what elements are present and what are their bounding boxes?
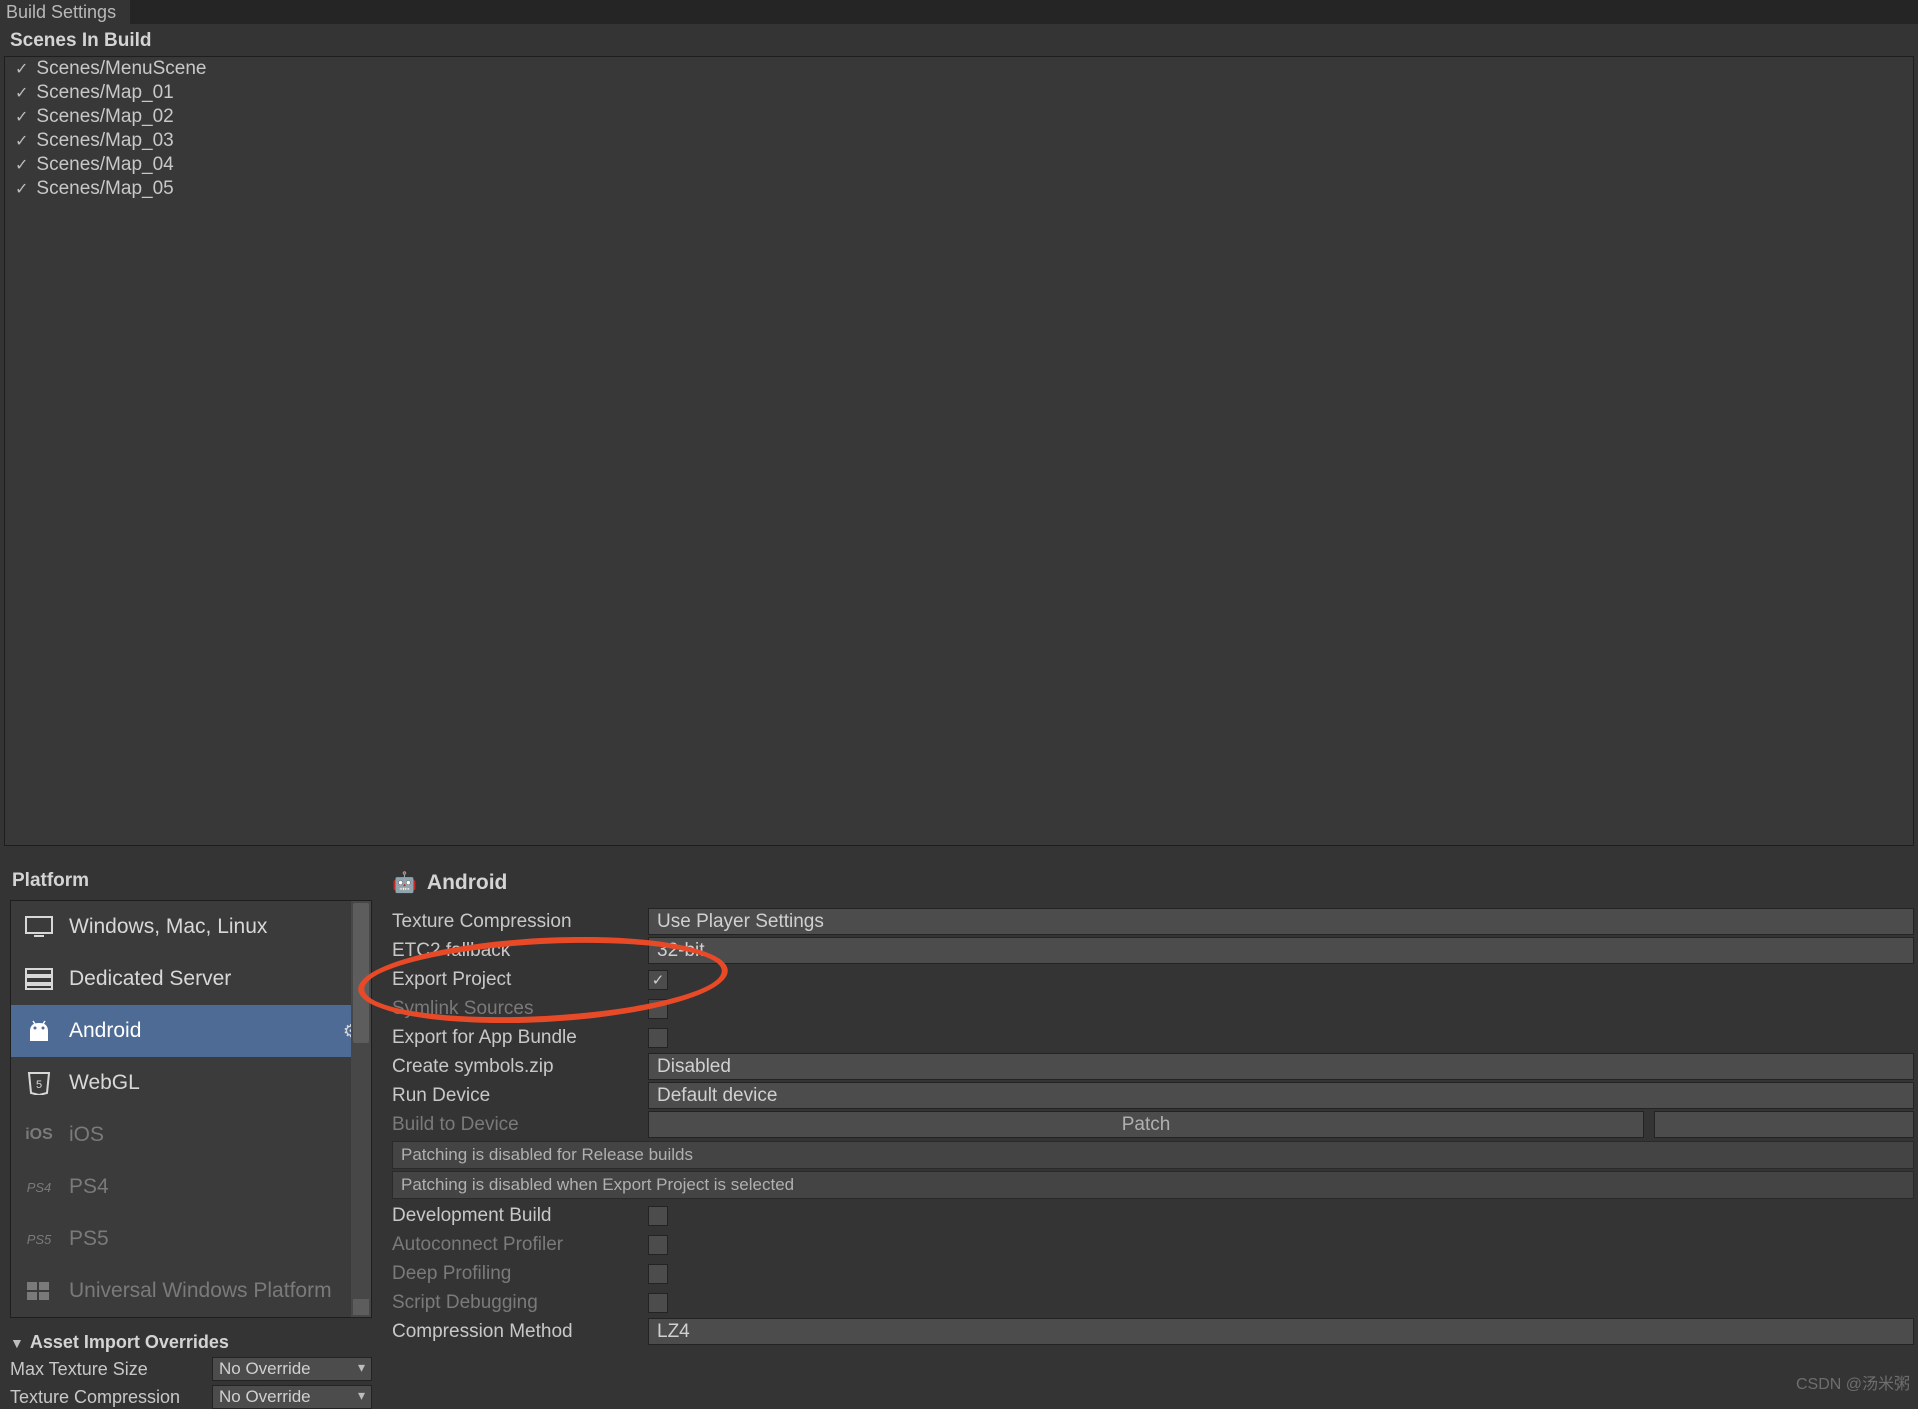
scenes-list[interactable]: ✓ Scenes/MenuScene ✓ Scenes/Map_01 ✓ Scenes… xyxy=(4,56,1914,846)
overrides-title: Asset Import Overrides xyxy=(30,1332,229,1353)
script-debugging-label: Script Debugging xyxy=(386,1292,648,1314)
platform-item-ios[interactable]: iOS iOS xyxy=(11,1109,371,1161)
texture-compression-dropdown[interactable]: Use Player Settings xyxy=(648,908,1914,935)
export-project-checkbox[interactable]: ✓ xyxy=(648,970,668,990)
export-app-bundle-checkbox[interactable] xyxy=(648,1028,668,1048)
ps5-icon: PS5 xyxy=(23,1226,55,1252)
scene-path: Scenes/Map_04 xyxy=(36,154,173,176)
autoconnect-profiler-label: Autoconnect Profiler xyxy=(386,1234,648,1256)
scene-row[interactable]: ✓ Scenes/Map_01 xyxy=(5,81,1913,105)
scroll-down-icon[interactable] xyxy=(353,1299,369,1315)
run-device-dropdown[interactable]: Default device xyxy=(648,1082,1914,1109)
settings-title: 🤖 Android xyxy=(386,870,1918,907)
deep-profiling-label: Deep Profiling xyxy=(386,1263,648,1285)
svg-text:5: 5 xyxy=(36,1079,42,1091)
scene-path: Scenes/Map_01 xyxy=(36,82,173,104)
patch-secondary-button[interactable] xyxy=(1654,1111,1914,1138)
etc2-fallback-dropdown[interactable]: 32-bit xyxy=(648,937,1914,964)
platform-label: Universal Windows Platform xyxy=(69,1279,332,1303)
scene-path: Scenes/Map_03 xyxy=(36,130,173,152)
monitor-icon xyxy=(23,914,55,940)
symlink-sources-checkbox[interactable] xyxy=(648,999,668,1019)
texture-compression-label: Texture Compression xyxy=(386,911,648,933)
platform-list: Windows, Mac, Linux Dedicated Server And… xyxy=(10,900,372,1318)
platform-item-uwp[interactable]: Universal Windows Platform xyxy=(11,1265,371,1317)
android-icon xyxy=(23,1018,55,1044)
platform-item-android[interactable]: Android ⚙ xyxy=(11,1005,371,1057)
scene-path: Scenes/Map_05 xyxy=(36,178,173,200)
platform-label: Android xyxy=(69,1019,141,1043)
ps4-icon: PS4 xyxy=(23,1174,55,1200)
platform-label: Windows, Mac, Linux xyxy=(69,915,267,939)
scene-row[interactable]: ✓ Scenes/MenuScene xyxy=(5,57,1913,81)
android-icon: 🤖 xyxy=(392,870,417,895)
checkmark-icon: ✓ xyxy=(15,59,28,79)
scene-path: Scenes/MenuScene xyxy=(36,58,206,80)
platform-item-standalone[interactable]: Windows, Mac, Linux xyxy=(11,901,371,953)
patch-note-2: Patching is disabled when Export Project… xyxy=(392,1171,1914,1199)
platform-label: iOS xyxy=(69,1123,104,1147)
scene-row[interactable]: ✓ Scenes/Map_02 xyxy=(5,105,1913,129)
platform-item-ps4[interactable]: PS4 PS4 xyxy=(11,1161,371,1213)
scenes-in-build-header: Scenes In Build xyxy=(0,24,1918,56)
tab-build-settings[interactable]: Build Settings xyxy=(0,0,130,24)
scene-path: Scenes/Map_02 xyxy=(36,106,173,128)
checkmark-icon: ✓ xyxy=(15,179,28,199)
development-build-label: Development Build xyxy=(386,1205,648,1227)
scroll-thumb[interactable] xyxy=(353,903,369,1043)
platform-label: PS5 xyxy=(69,1227,109,1251)
texture-compression-override-label: Texture Compression xyxy=(10,1387,180,1408)
platform-item-webgl[interactable]: 5 WebGL xyxy=(11,1057,371,1109)
platform-item-ps5[interactable]: PS5 PS5 xyxy=(11,1213,371,1265)
checkmark-icon: ✓ xyxy=(15,131,28,151)
platform-label: Dedicated Server xyxy=(69,967,231,991)
checkmark-icon: ✓ xyxy=(15,107,28,127)
platform-label: PS4 xyxy=(69,1175,109,1199)
windows-icon xyxy=(23,1278,55,1304)
development-build-checkbox[interactable] xyxy=(648,1206,668,1226)
asset-import-overrides-header[interactable]: ▼ Asset Import Overrides xyxy=(10,1332,372,1353)
run-device-label: Run Device xyxy=(386,1085,648,1107)
platform-header: Platform xyxy=(10,870,372,900)
checkmark-icon: ✓ xyxy=(15,155,28,175)
compression-method-label: Compression Method xyxy=(386,1321,648,1343)
platform-item-dedicated-server[interactable]: Dedicated Server xyxy=(11,953,371,1005)
tab-bar: Build Settings xyxy=(0,0,1918,24)
scene-row[interactable]: ✓ Scenes/Map_03 xyxy=(5,129,1913,153)
patch-note-1: Patching is disabled for Release builds xyxy=(392,1141,1914,1169)
compression-method-dropdown[interactable]: LZ4 xyxy=(648,1318,1914,1345)
server-icon xyxy=(23,966,55,992)
max-texture-size-dropdown[interactable]: No Override xyxy=(212,1357,372,1381)
build-to-device-label: Build to Device xyxy=(386,1114,648,1136)
texture-compression-override-dropdown[interactable]: No Override xyxy=(212,1385,372,1409)
etc2-fallback-label: ETC2 fallback xyxy=(386,940,648,962)
checkmark-icon: ✓ xyxy=(15,83,28,103)
scene-row[interactable]: ✓ Scenes/Map_05 xyxy=(5,177,1913,201)
ios-icon: iOS xyxy=(23,1122,55,1148)
settings-title-text: Android xyxy=(427,871,507,895)
export-project-label: Export Project xyxy=(386,969,648,991)
symlink-sources-label: Symlink Sources xyxy=(386,998,648,1020)
patch-button[interactable]: Patch xyxy=(648,1111,1644,1138)
scrollbar[interactable] xyxy=(351,901,371,1317)
platform-label: WebGL xyxy=(69,1071,140,1095)
scene-row[interactable]: ✓ Scenes/Map_04 xyxy=(5,153,1913,177)
create-symbols-label: Create symbols.zip xyxy=(386,1056,648,1078)
triangle-down-icon: ▼ xyxy=(10,1335,24,1351)
script-debugging-checkbox[interactable] xyxy=(648,1293,668,1313)
export-app-bundle-label: Export for App Bundle xyxy=(386,1027,648,1049)
autoconnect-profiler-checkbox[interactable] xyxy=(648,1235,668,1255)
max-texture-size-label: Max Texture Size xyxy=(10,1359,148,1380)
deep-profiling-checkbox[interactable] xyxy=(648,1264,668,1284)
html5-icon: 5 xyxy=(23,1070,55,1096)
create-symbols-dropdown[interactable]: Disabled xyxy=(648,1053,1914,1080)
watermark: CSDN @汤米粥 xyxy=(1796,1370,1910,1394)
